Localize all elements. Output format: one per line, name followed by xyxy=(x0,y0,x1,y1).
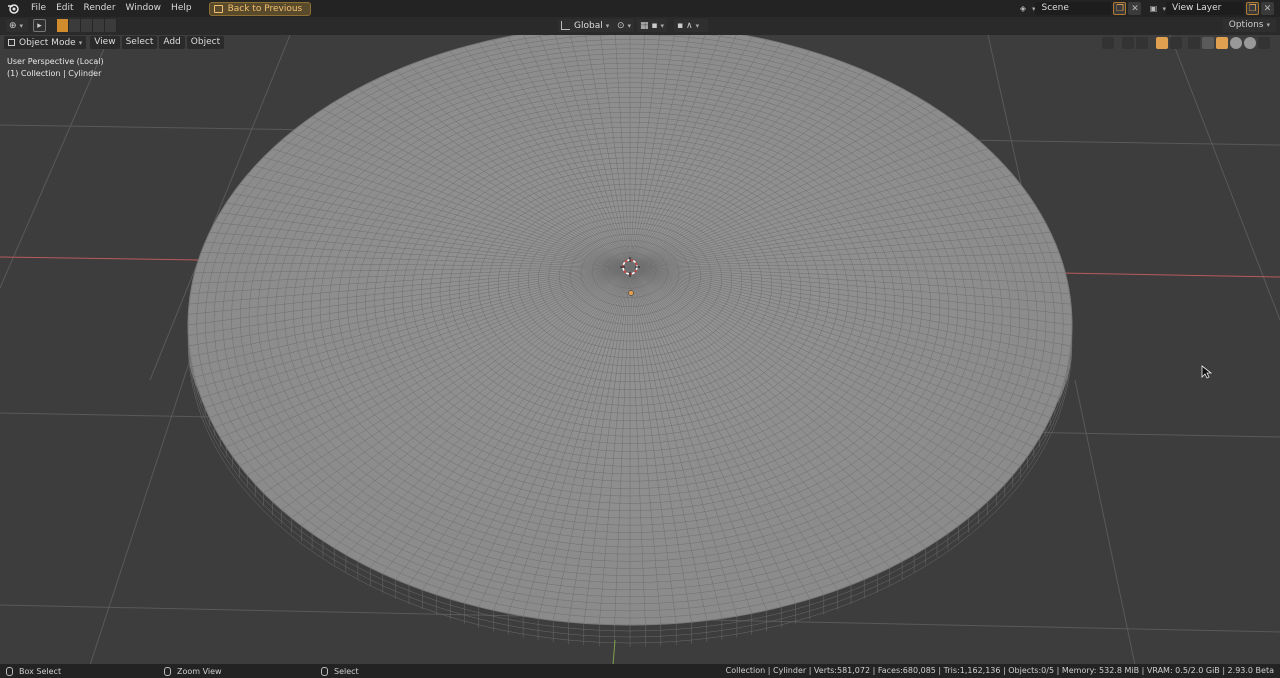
remove-view-layer-icon[interactable]: ✕ xyxy=(1261,2,1274,15)
visibility-icon[interactable] xyxy=(1102,36,1114,49)
overlay-icon[interactable] xyxy=(1156,36,1168,49)
hint-zoom-view: Zoom View xyxy=(164,664,222,678)
mouse-icon xyxy=(321,666,328,676)
tool-header: ⊕ ▾ ▸ Global ▾ ⊙ ▾ ▦ ▪ ▾ ▪ ∧ ▾ Options ▾ xyxy=(0,17,1280,35)
viewport-menu-object[interactable]: Object xyxy=(186,36,225,49)
shading-options-icon[interactable] xyxy=(1258,36,1270,49)
hint-zoom-view-label: Zoom View xyxy=(177,666,222,676)
back-icon xyxy=(213,4,223,13)
wireframe-shading-icon[interactable] xyxy=(1202,36,1214,49)
editor-type-button[interactable]: ⊕ ▾ xyxy=(6,19,28,32)
menu-window[interactable]: Window xyxy=(121,0,167,17)
chevron-down-icon: ▾ xyxy=(19,21,24,30)
transform-orientation-icon xyxy=(561,21,570,30)
gizmo-icon[interactable] xyxy=(1122,36,1134,49)
select-new-icon[interactable] xyxy=(57,19,69,32)
orientation-label: Global xyxy=(574,20,603,31)
menu-help[interactable]: Help xyxy=(166,0,197,17)
selection-mode-group xyxy=(57,19,117,32)
select-extend-icon[interactable] xyxy=(69,19,81,32)
mouse-icon xyxy=(164,666,171,676)
scene-selector[interactable]: ◈ ▾ Scene ❐ ✕ xyxy=(1017,2,1142,15)
rendered-shading-icon[interactable] xyxy=(1244,36,1256,49)
view-layer-icon: ▣ xyxy=(1149,4,1158,13)
snap-icon[interactable]: ▦ ▪ ▾ xyxy=(637,19,667,32)
viewport-info-overlay: User Perspective (Local) (1) Collection … xyxy=(7,56,104,80)
chevron-down-icon: ▾ xyxy=(1266,21,1270,29)
proportional-icon[interactable]: ▪ ∧ ▾ xyxy=(674,19,708,32)
object-mode-label: Object Mode xyxy=(19,37,76,48)
scene-field[interactable]: Scene xyxy=(1035,2,1112,15)
xray-icon[interactable] xyxy=(1188,36,1200,49)
chevron-down-icon[interactable] xyxy=(1170,36,1182,49)
top-menu-bar: File Edit Render Window Help Back to Pre… xyxy=(0,0,1280,17)
select-invert-icon[interactable] xyxy=(93,19,105,32)
new-scene-icon[interactable]: ❐ xyxy=(1113,2,1127,15)
y-axis-line xyxy=(612,639,616,665)
hint-select-label: Select xyxy=(334,666,359,676)
remove-scene-icon[interactable]: ✕ xyxy=(1128,2,1142,15)
view-layer-selector[interactable]: ▣ ▾ View Layer ❐ ✕ xyxy=(1147,2,1274,15)
select-intersect-icon[interactable] xyxy=(105,19,117,32)
object-mode-icon xyxy=(8,39,15,46)
options-dropdown[interactable]: Options ▾ xyxy=(1222,19,1276,32)
menu-render[interactable]: Render xyxy=(79,0,121,17)
mouse-pointer-icon xyxy=(1201,365,1213,379)
object-origin-icon xyxy=(628,290,634,296)
transform-orientation-dropdown[interactable]: Global ▾ xyxy=(558,19,616,32)
overlay-toggle-icon[interactable] xyxy=(1136,36,1148,49)
viewport-header: Object Mode ▾ View Select Add Object xyxy=(4,36,226,49)
back-to-previous-button[interactable]: Back to Previous xyxy=(208,1,312,16)
viewport-shading-controls xyxy=(1100,36,1270,49)
editor-type-icon: ⊕ xyxy=(9,20,17,31)
hint-box-select: Box Select xyxy=(6,664,61,678)
3d-viewport[interactable] xyxy=(0,35,1280,665)
material-shading-icon[interactable] xyxy=(1230,36,1242,49)
viewport-menu-view[interactable]: View xyxy=(90,36,120,49)
select-subtract-icon[interactable] xyxy=(81,19,93,32)
menu-edit[interactable]: Edit xyxy=(51,0,78,17)
chevron-down-icon: ▾ xyxy=(78,38,83,47)
back-to-previous-label: Back to Previous xyxy=(227,3,303,14)
pivot-icon[interactable]: ⊙ ▾ xyxy=(614,19,634,32)
hint-box-select-label: Box Select xyxy=(19,666,62,676)
viewport-canvas[interactable] xyxy=(0,35,1280,665)
view-layer-field[interactable]: View Layer xyxy=(1166,2,1244,15)
cursor-tool-icon[interactable]: ▸ xyxy=(33,19,46,32)
mouse-icon xyxy=(6,666,13,676)
object-mode-dropdown[interactable]: Object Mode ▾ xyxy=(4,36,87,49)
collection-label: (1) Collection | Cylinder xyxy=(7,69,102,78)
new-view-layer-icon[interactable]: ❐ xyxy=(1246,2,1259,15)
chevron-down-icon: ▾ xyxy=(605,21,610,30)
menu-file[interactable]: File xyxy=(26,0,51,17)
viewport-menu-add[interactable]: Add xyxy=(159,36,185,49)
x-axis-line-right xyxy=(1059,272,1280,278)
x-axis-line-left xyxy=(0,256,201,261)
options-label: Options xyxy=(1228,20,1264,30)
viewport-menu-select[interactable]: Select xyxy=(121,36,158,49)
solid-shading-icon[interactable] xyxy=(1216,36,1228,49)
blender-logo-icon[interactable] xyxy=(6,3,20,15)
scene-statistics: Collection | Cylinder | Verts:581,072 | … xyxy=(725,666,1274,675)
status-bar: Box Select Zoom View Select Collection |… xyxy=(0,664,1280,678)
hint-select: Select xyxy=(321,664,359,678)
perspective-label: User Perspective (Local) xyxy=(7,57,104,66)
scene-icon: ◈ xyxy=(1019,4,1027,13)
